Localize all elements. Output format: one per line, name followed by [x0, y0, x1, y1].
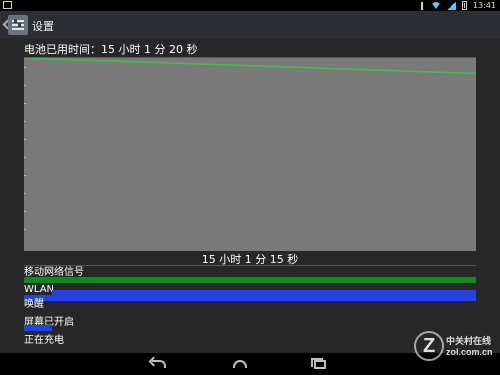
wlan-label: WLAN: [24, 284, 55, 295]
home-icon[interactable]: [230, 357, 250, 371]
settings-icon[interactable]: [8, 15, 28, 35]
watermark-en: zol.com.cn: [446, 347, 493, 357]
zol-logo-icon: [414, 331, 444, 361]
chart-axis-ticks: [24, 67, 26, 237]
wake-label: 唤醒: [24, 299, 44, 310]
status-icons: 13:41: [419, 0, 496, 11]
status-bar: 13:41: [0, 0, 500, 11]
wake-bar: [52, 290, 476, 296]
battery-used-time: 电池已用时间：15 小时 1 分 20 秒: [24, 43, 198, 56]
mobile-network-bar: [24, 277, 476, 283]
battery-fill-area: [24, 58, 476, 251]
page-title: 设置: [32, 20, 54, 33]
battery-level-svg: [24, 58, 476, 251]
signal-icon: [446, 1, 456, 10]
back-icon[interactable]: [149, 357, 169, 371]
battery-level-chart: [24, 58, 476, 251]
bluetooth-icon: [419, 1, 425, 10]
charging-label: 正在充电: [24, 335, 64, 346]
battery-icon: [461, 1, 467, 10]
recent-apps-icon[interactable]: [310, 357, 330, 371]
divider: [24, 265, 476, 266]
zol-watermark: 中关村在线 zol.com.cn: [414, 331, 494, 369]
watermark-cn: 中关村在线: [446, 337, 492, 347]
action-bar: 设置: [0, 11, 500, 40]
screenshot-notification-icon: [3, 1, 12, 9]
status-time: 13:41: [472, 1, 496, 10]
wifi-icon: [430, 2, 441, 9]
battery-history: 电池已用时间：15 小时 1 分 20 秒 15 小时 1 分 15 秒 移动网…: [0, 39, 500, 353]
mobile-network-label: 移动网络信号: [24, 267, 84, 278]
